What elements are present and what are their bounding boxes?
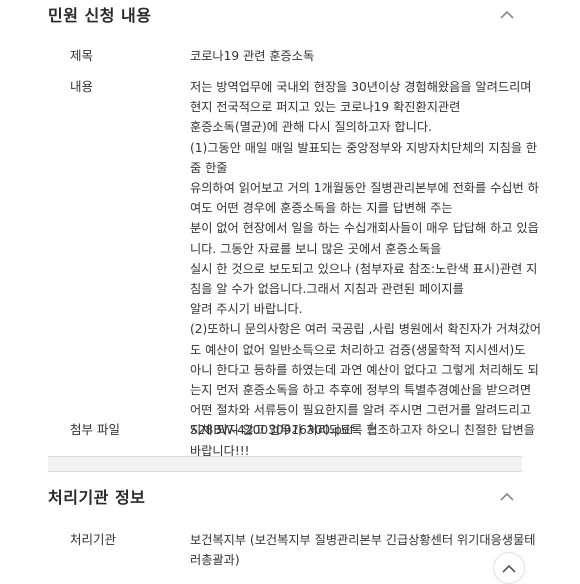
content-line: 니다. 그동안 자료를 보니 많은 곳에서 훈증소독을 [190, 241, 442, 256]
agency-value: 보건복지부 (보건복지부 질병관리본부 긴급상황센터 위기대응생물테 러총괄과) [190, 530, 535, 570]
agency-label: 처리기관 [70, 532, 117, 547]
content-line: 여도 어떤 경우에 훈증소독을 하는 지를 답변해 주는 [190, 201, 453, 216]
content-line: 는지 먼저 훈증소독을 하고 추후에 정부의 특별추경예산을 받으려면 [190, 383, 532, 398]
content-line: 줌 한줄 [190, 160, 228, 175]
section-separator-band [48, 457, 522, 471]
content-line: 현지 전국적으로 퍼지고 있는 코로나19 확진환지관련 [190, 100, 461, 115]
content-line: 어떤 절차와 서류등이 필요한지를 알려 주시면 그런거를 알려드리고 [190, 403, 532, 418]
content-line: (2)또하니 문의사항은 여러 국공립 ,사립 병원에서 확진자가 거쳐갔어 [190, 322, 541, 337]
content-line: 침을 알 수가 없읍니다.그래서 지침과 관련된 페이지를 [190, 282, 464, 297]
content-label: 내용 [70, 79, 94, 94]
section-header-agency: 처리기관 정보 [48, 484, 518, 508]
chevron-up-icon [502, 564, 516, 573]
subject-label: 제목 [70, 48, 94, 63]
agency-line: 러총괄과) [190, 553, 240, 568]
chevron-up-icon[interactable] [496, 3, 518, 25]
content-line: 도 예산이 없어 일반소득으로 처리하고 검증(생물학적 지시센서)도 [190, 342, 526, 357]
content-line: (1)그동안 매일 매일 발표되는 중앙정부와 지방자치단체의 지침을 한 [190, 140, 538, 155]
content-line: 훈증소독(멸균)에 관해 다시 질의하고자 합니다. [190, 120, 432, 135]
section-divider [48, 471, 522, 472]
agency-row: 처리기관 보건복지부 (보건복지부 질병관리본부 긴급상황센터 위기대응생물테 … [70, 530, 535, 570]
content-line: 아니 한다고 등하를 하였는데 과연 예산이 없다고 그렇게 처리해도 되 [190, 362, 539, 377]
section-title: 처리기관 정보 [48, 488, 146, 507]
attachment-link[interactable]: S28BW-420030916300.pdf [190, 423, 354, 437]
attachment-row: 첨부 파일 S28BW-420030916300.pdf [70, 420, 530, 441]
attachment-label: 첨부 파일 [70, 422, 120, 437]
content-line: 저는 방역업무에 국내외 현장을 30년이상 경험해왔음을 알려드리며 [190, 80, 532, 94]
subject-row: 제목 코로나19 관련 훈증소독 [70, 46, 530, 66]
attachment-value: S28BW-420030916300.pdf [190, 420, 530, 441]
agency-line: 보건복지부 (보건복지부 질병관리본부 긴급상황센터 위기대응생물테 [190, 533, 536, 547]
download-icon[interactable] [366, 420, 378, 440]
content-row: 내용 저는 방역업무에 국내외 현장을 30년이상 경험해왔음을 알려드리며 현… [70, 77, 541, 461]
section-header-request: 민원 신청 내용 [48, 2, 518, 26]
content-line: 알려 주시기 바랍니다. [190, 302, 303, 317]
content-line: 유의하여 읽어보고 거의 1개월동안 질병관리본부에 전화를 수십번 하 [190, 181, 539, 196]
chevron-up-icon[interactable] [496, 485, 518, 507]
content-line: 실시 한 것으로 보도되고 있으나 (첨부자료 참조:노란색 표시)관련 지 [190, 261, 538, 276]
content-line: 분이 없어 현장에서 일을 하는 수십개회사들이 매우 답답해 하고 있읍 [190, 221, 539, 236]
section-title: 민원 신청 내용 [48, 6, 152, 25]
scroll-top-button[interactable] [493, 552, 525, 584]
subject-value: 코로나19 관련 훈증소독 [190, 49, 315, 63]
content-value: 저는 방역업무에 국내외 현장을 30년이상 경험해왔음을 알려드리며 현지 전… [190, 77, 541, 461]
